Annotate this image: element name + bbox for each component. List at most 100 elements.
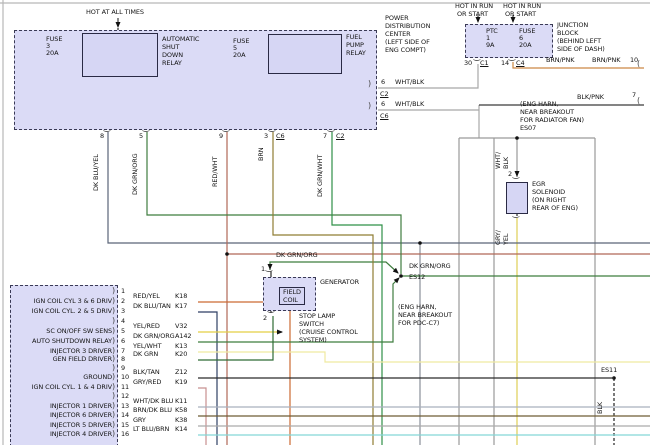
label-switch: SWITCH	[299, 321, 324, 328]
label-7: 7	[632, 92, 636, 99]
label-coil: COIL	[283, 297, 298, 304]
egr-solenoid-box	[506, 182, 528, 214]
label-10: 10	[630, 57, 638, 64]
label-power: POWER	[385, 15, 409, 22]
circuit-code-6: A142	[175, 333, 191, 340]
label-wht: WHT/	[495, 152, 502, 169]
wire-name-2: RED/YEL	[133, 293, 160, 300]
label-hot-in-run: HOT IN RUN	[455, 3, 493, 10]
label-c6: C6	[276, 133, 284, 140]
label-near-breakout: NEAR BREAKOUT	[520, 109, 574, 116]
wire-name-3: DK BLU/TAN	[133, 303, 171, 310]
label-yel: YEL	[503, 234, 510, 245]
pcm-pin-number-6: 6	[121, 338, 125, 345]
label-or-start: OR START	[505, 11, 536, 18]
wire-dk-grn-org-main	[147, 132, 401, 274]
label-dk-grn-org: DK GRN/ORG	[409, 263, 451, 270]
splice-es12: ES12	[409, 274, 425, 281]
pcm-pin-bracket-13: )	[112, 402, 115, 410]
circuit-code-2: K18	[175, 293, 187, 300]
wire-name-5: YEL/RED	[133, 323, 160, 330]
label-eng-compt: ENG COMPT)	[385, 47, 426, 54]
label-near-breakout: NEAR BREAKOUT	[398, 312, 452, 319]
pcm-pin-number-13: 13	[121, 403, 129, 410]
label-injector-3-driver: INJECTOR 3 DRIVER	[14, 348, 112, 355]
wire-name-7: YEL/WHT	[133, 343, 161, 350]
pcm-wire-8	[198, 316, 273, 360]
pcm-pin-bracket-15: )	[112, 421, 115, 429]
pcm-pin-bracket-14: )	[112, 411, 115, 419]
label-brn-pnk: BRN/PNK	[546, 57, 574, 64]
label-dk-blu-yel: DK BLU/YEL	[93, 154, 100, 191]
circuit-code-10: Z12	[175, 369, 187, 376]
label-injector-5-driver: INJECTOR 5 DRIVER	[14, 422, 112, 429]
label-wht-blk: WHT/BLK	[395, 79, 424, 86]
connector-pin-7: )	[512, 176, 520, 179]
label-automatic: AUTOMATIC	[162, 36, 199, 43]
label-6: 6	[381, 79, 385, 86]
pcm-pin-number-1: 1	[121, 288, 125, 295]
label-ground: GROUND	[14, 374, 112, 381]
label-blk-pnk: BLK/PNK	[577, 94, 604, 101]
label-c1: C1	[480, 60, 488, 67]
connector-pin-14: (	[637, 97, 640, 105]
label-field: FIELD	[283, 289, 301, 296]
connector-pin-3: )	[268, 129, 276, 132]
label-20a: 20A	[233, 52, 245, 59]
label-down: DOWN	[162, 52, 183, 59]
pcm-pin-bracket-10: )	[112, 373, 115, 381]
wire-name-6: DK GRN/ORG	[133, 333, 175, 340]
connector-pin-4: )	[327, 129, 335, 132]
pcm-pin-bracket-12: )	[112, 392, 115, 400]
pcm-pin-number-11: 11	[121, 384, 129, 391]
wire-name-8: DK GRN	[133, 351, 158, 358]
label-distribution: DISTRIBUTION	[385, 23, 430, 30]
label-wht-blk: WHT/BLK	[395, 101, 424, 108]
splice-es07: ES07	[520, 125, 536, 132]
label-cruise-control: (CRUISE CONTROL	[299, 329, 358, 336]
label-9a: 9A	[486, 42, 494, 49]
circuit-code-7: K13	[175, 343, 187, 350]
pcm-pin-number-12: 12	[121, 393, 129, 400]
label-brn-pnk: BRN/PNK	[592, 57, 620, 64]
circuit-code-3: K17	[175, 303, 187, 310]
label-c4: C4	[516, 60, 524, 67]
label-c2: C2	[380, 91, 388, 98]
label-ign-coil-cyl-1-4-driv: IGN COIL CYL. 1 & 4 DRIV	[14, 384, 112, 391]
pcm-pin-number-8: 8	[121, 356, 125, 363]
circuit-code-16: K14	[175, 426, 187, 433]
pcm-pin-bracket-4: )	[112, 317, 115, 325]
pcm-pin-bracket-6: )	[112, 337, 115, 345]
connector-pin-11: )	[368, 80, 371, 88]
connector-pin-8: )	[512, 215, 520, 218]
wire-name-11: GRY/RED	[133, 379, 161, 386]
label-side-of-dash: SIDE OF DASH)	[557, 46, 605, 53]
label-block: BLOCK	[557, 30, 578, 37]
pcm-pin-number-3: 3	[121, 308, 125, 315]
label-5: 5	[139, 133, 143, 140]
wire-name-15: GRY	[133, 417, 146, 424]
connector-pin-10: )	[267, 310, 275, 313]
label-generator: GENERATOR	[320, 279, 359, 286]
circuit-code-13: K11	[175, 398, 187, 405]
label-dk-grn-org: DK GRN/ORG	[132, 153, 139, 195]
pcm-pin-bracket-2: )	[112, 297, 115, 305]
pcm-pin-number-2: 2	[121, 298, 125, 305]
label-eng-harn: (ENG HARN,	[520, 101, 558, 108]
label-30: 30	[464, 60, 472, 67]
label-brn: BRN	[258, 147, 265, 161]
wire-name-16: LT BLU/BRN	[133, 426, 169, 433]
label-for-pdc-c7: FOR PDC-C7)	[398, 320, 439, 327]
label-2: 2	[508, 171, 512, 178]
label-2: 2	[263, 315, 267, 322]
label-shut: SHUT	[162, 44, 179, 51]
label-eng-harn: (ENG HARN,	[398, 304, 436, 311]
pcm-pin-bracket-5: )	[112, 327, 115, 335]
label-blk: BLK	[503, 157, 510, 169]
junction-block-box	[465, 24, 553, 58]
circuit-code-14: K58	[175, 407, 187, 414]
label-center: CENTER	[385, 31, 411, 38]
label-for-radiator-fan: FOR RADIATOR FAN)	[520, 117, 584, 124]
label-8: 8	[100, 133, 104, 140]
junction-dot-4	[399, 274, 403, 278]
